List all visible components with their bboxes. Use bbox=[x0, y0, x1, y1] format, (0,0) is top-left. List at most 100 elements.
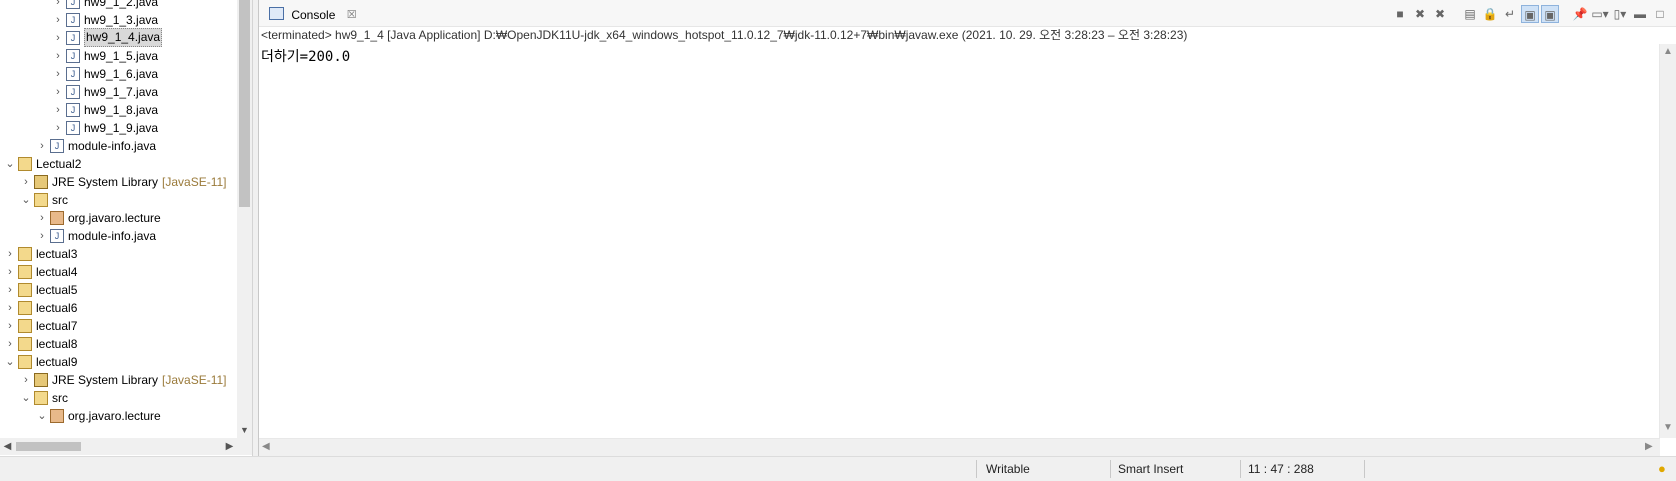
scroll-right-arrow-icon[interactable]: ▶ bbox=[222, 438, 237, 455]
show-on-stdout-icon[interactable]: ▣ bbox=[1521, 5, 1539, 23]
chevron-down-icon[interactable]: ⌄ bbox=[4, 353, 16, 371]
remove-launch-icon[interactable]: ✖ bbox=[1411, 5, 1429, 23]
scrollbar-thumb[interactable] bbox=[239, 0, 250, 207]
scroll-down-arrow-icon[interactable]: ▼ bbox=[1663, 422, 1673, 433]
tree-item[interactable]: › JRE System Library [JavaSE-11] bbox=[0, 173, 236, 191]
tree-item[interactable]: › lectual3 bbox=[0, 245, 236, 263]
tree-item[interactable]: ⌄ org.javaro.lecture bbox=[0, 407, 236, 425]
tree-item-text: lectual6 bbox=[36, 301, 78, 315]
tree-item[interactable]: › lectual8 bbox=[0, 335, 236, 353]
chevron-down-icon[interactable]: ⌄ bbox=[20, 389, 32, 407]
tree-item[interactable]: › lectual7 bbox=[0, 317, 236, 335]
chevron-down-icon[interactable]: ⌄ bbox=[36, 407, 48, 425]
tree-item-text: lectual9 bbox=[36, 355, 78, 369]
scroll-down-arrow-icon[interactable]: ▼ bbox=[237, 423, 252, 438]
console-toolbar: ■ ✖ ✖ ▤ 🔒 ↵ ▣ ▣ 📌 ▭▾ ▯▾ ▬ □ bbox=[1389, 5, 1669, 23]
tree-item[interactable]: ⌄ src bbox=[0, 191, 236, 209]
tree-item-label: src bbox=[52, 191, 68, 209]
scroll-lock-icon[interactable]: 🔒 bbox=[1481, 5, 1499, 23]
close-icon[interactable]: ☒ bbox=[347, 9, 357, 21]
tree-item[interactable]: › JRE System Library [JavaSE-11] bbox=[0, 371, 236, 389]
console-view: Console ☒ ■ ✖ ✖ ▤ 🔒 ↵ ▣ ▣ 📌 ▭▾ ▯▾ ▬ □ <terminated> h… bbox=[258, 0, 1676, 457]
tree-item[interactable]: › lectual6 bbox=[0, 299, 236, 317]
chevron-right-icon[interactable]: › bbox=[4, 245, 16, 263]
scroll-left-arrow-icon[interactable]: ◀ bbox=[0, 438, 15, 455]
chevron-right-icon[interactable]: › bbox=[4, 317, 16, 335]
scroll-left-arrow-icon[interactable]: ◀ bbox=[262, 441, 270, 452]
console-vertical-scrollbar[interactable]: ▲ ▼ bbox=[1659, 44, 1676, 438]
tab-console[interactable]: Console ☒ bbox=[263, 3, 363, 25]
chevron-right-icon[interactable]: › bbox=[4, 299, 16, 317]
tree-item[interactable]: ⌄ lectual9 bbox=[0, 353, 236, 371]
tree-item[interactable]: › Jhw9_1_6.java bbox=[0, 65, 236, 83]
tree-item[interactable]: › Jhw9_1_7.java bbox=[0, 83, 236, 101]
tree-item[interactable]: ⌄ Lectual2 bbox=[0, 155, 236, 173]
show-on-stderr-icon[interactable]: ▣ bbox=[1541, 5, 1559, 23]
java-file-icon: J bbox=[66, 121, 80, 135]
maximize-icon[interactable]: □ bbox=[1651, 5, 1669, 23]
pin-console-icon[interactable]: 📌 bbox=[1571, 5, 1589, 23]
process-description: <terminated> hw9_1_4 [Java Application] … bbox=[261, 28, 1188, 42]
scroll-right-arrow-icon[interactable]: ▶ bbox=[1645, 441, 1653, 452]
tree-item[interactable]: › org.javaro.lecture bbox=[0, 209, 236, 227]
word-wrap-icon[interactable]: ↵ bbox=[1501, 5, 1519, 23]
chevron-right-icon[interactable]: › bbox=[52, 0, 64, 11]
chevron-right-icon[interactable]: › bbox=[52, 119, 64, 137]
tree-item-label: hw9_1_6.java bbox=[84, 65, 158, 83]
chevron-down-icon[interactable]: ⌄ bbox=[4, 155, 16, 173]
chevron-right-icon[interactable]: › bbox=[4, 263, 16, 281]
minimize-icon[interactable]: ▬ bbox=[1631, 5, 1649, 23]
chevron-right-icon[interactable]: › bbox=[52, 29, 64, 47]
tree-item-text: hw9_1_2.java bbox=[84, 0, 159, 9]
chevron-right-icon[interactable]: › bbox=[52, 47, 64, 65]
chevron-right-icon[interactable]: › bbox=[4, 281, 16, 299]
tree-item-text: lectual4 bbox=[36, 265, 78, 279]
tree-item[interactable]: › Jmodule-info.java bbox=[0, 227, 236, 245]
chevron-right-icon[interactable]: › bbox=[52, 65, 64, 83]
chevron-right-icon[interactable]: › bbox=[4, 335, 16, 353]
tree-item[interactable]: › Jhw9_1_2.java bbox=[0, 0, 236, 11]
project-folder-icon bbox=[18, 247, 32, 261]
tree-item-decoration: [JavaSE-11] bbox=[162, 373, 227, 387]
explorer-horizontal-scrollbar[interactable]: ◀ ▶ bbox=[0, 438, 237, 455]
tree-item-label: JRE System Library [JavaSE-11] bbox=[52, 371, 227, 389]
project-folder-icon bbox=[18, 301, 32, 315]
chevron-right-icon[interactable]: › bbox=[52, 11, 64, 29]
chevron-right-icon[interactable]: › bbox=[36, 137, 48, 155]
chevron-right-icon[interactable]: › bbox=[36, 209, 48, 227]
clear-console-icon[interactable]: ▤ bbox=[1461, 5, 1479, 23]
chevron-right-icon[interactable]: › bbox=[20, 173, 32, 191]
tree-item[interactable]: › lectual4 bbox=[0, 263, 236, 281]
tree-item-text: org.javaro.lecture bbox=[68, 409, 161, 423]
lightbulb-icon[interactable]: ● bbox=[1658, 461, 1672, 477]
scrollbar-thumb[interactable] bbox=[16, 442, 81, 451]
tree-item[interactable]: › Jhw9_1_5.java bbox=[0, 47, 236, 65]
terminate-icon[interactable]: ■ bbox=[1391, 5, 1409, 23]
source-folder-icon bbox=[34, 391, 48, 405]
display-console-icon[interactable]: ▭▾ bbox=[1591, 5, 1609, 23]
explorer-vertical-scrollbar[interactable]: ▼ bbox=[237, 0, 252, 438]
tree-item-text: hw9_1_9.java bbox=[84, 121, 159, 135]
java-file-icon: J bbox=[66, 85, 80, 99]
chevron-right-icon[interactable]: › bbox=[52, 101, 64, 119]
open-console-icon[interactable]: ▯▾ bbox=[1611, 5, 1629, 23]
tree-item[interactable]: › Jmodule-info.java bbox=[0, 137, 236, 155]
console-output[interactable]: 더하기=200.0 bbox=[261, 46, 350, 66]
tree-item-label: org.javaro.lecture bbox=[68, 407, 161, 425]
tree-item-text: hw9_1_6.java bbox=[84, 67, 159, 81]
tree-item[interactable]: ⌄ src bbox=[0, 389, 236, 407]
tree-item[interactable]: › Jhw9_1_8.java bbox=[0, 101, 236, 119]
tree-item[interactable]: › Jhw9_1_3.java bbox=[0, 11, 236, 29]
tree-item[interactable]: › Jhw9_1_9.java bbox=[0, 119, 236, 137]
chevron-down-icon[interactable]: ⌄ bbox=[20, 191, 32, 209]
project-folder-icon bbox=[18, 337, 32, 351]
scroll-up-arrow-icon[interactable]: ▲ bbox=[1663, 46, 1673, 57]
tree-item[interactable]: › Jhw9_1_4.java bbox=[0, 28, 236, 47]
chevron-right-icon[interactable]: › bbox=[36, 227, 48, 245]
chevron-right-icon[interactable]: › bbox=[20, 371, 32, 389]
tree-item[interactable]: › lectual5 bbox=[0, 281, 236, 299]
console-horizontal-scrollbar[interactable]: ◀ ▶ bbox=[259, 438, 1660, 457]
tree-item-label: src bbox=[52, 389, 68, 407]
chevron-right-icon[interactable]: › bbox=[52, 83, 64, 101]
remove-all-terminated-icon[interactable]: ✖ bbox=[1431, 5, 1449, 23]
